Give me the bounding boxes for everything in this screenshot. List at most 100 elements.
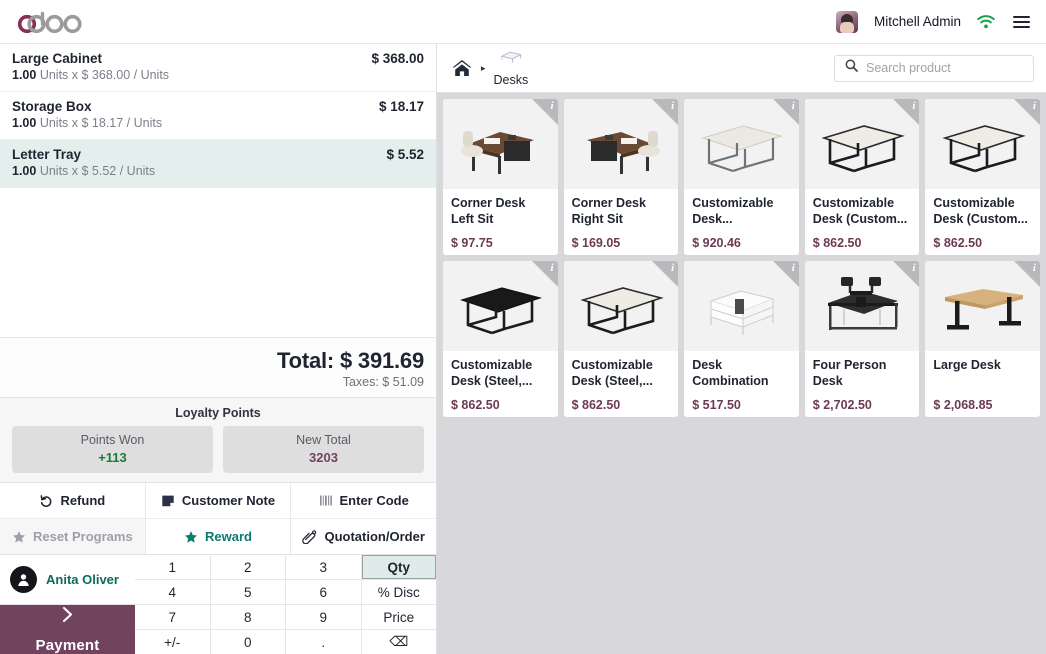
numpad-key-disc[interactable]: % Disc [361, 580, 436, 604]
numpad-key-decimal[interactable]: . [286, 630, 361, 654]
orderline-name: Letter Tray [12, 147, 82, 162]
chevron-right-icon [59, 605, 76, 629]
reward-button[interactable]: Reward [146, 519, 292, 554]
refund-undo-icon [39, 494, 53, 508]
product-info-icon[interactable]: i [1013, 99, 1040, 125]
avatar[interactable] [835, 10, 858, 33]
product-card[interactable]: i Customizable Desk (Steel,... $ 862.50 [563, 261, 679, 417]
action-row-secondary: Reset Programs Reward Quotation/Order [0, 518, 436, 554]
orderline-selected[interactable]: Letter Tray $ 5.52 1.00 Units x $ 5.52 /… [0, 140, 436, 188]
odoo-logo[interactable] [16, 0, 88, 44]
breadcrumb-category-desks[interactable]: Desks [493, 50, 529, 87]
product-name: Desk Combination [692, 358, 769, 388]
customer-name: Anita Oliver [46, 572, 119, 587]
product-card[interactable]: i Customizable Desk (Custom... $ 862.50 [925, 99, 1040, 255]
numpad-key-1[interactable]: 1 [135, 555, 210, 579]
product-name: Corner Desk Left Sit [451, 196, 526, 226]
payment-label: Payment [35, 637, 100, 654]
product-info-icon[interactable]: i [772, 99, 799, 125]
wifi-icon [977, 14, 995, 29]
orderline-detail: 1.00 Units x $ 5.52 / Units [12, 164, 424, 178]
product-price: $ 920.46 [692, 236, 741, 250]
hamburger-menu-icon[interactable] [1011, 14, 1032, 30]
numpad-key-backspace[interactable]: ⌫ [361, 630, 436, 654]
product-name: Customizable Desk (Steel,... [451, 358, 533, 388]
numpad-key-qty[interactable]: Qty [361, 555, 436, 579]
product-info: Customizable Desk (Steel,... $ 862.50 [443, 351, 558, 417]
orderline-name: Storage Box [12, 99, 92, 114]
product-info-icon[interactable]: i [652, 261, 679, 287]
product-info-icon[interactable]: i [652, 99, 679, 125]
breadcrumb: ▸ Desks [451, 50, 528, 87]
customer-button[interactable]: Anita Oliver [0, 555, 135, 605]
orderline-unitprice: Units x $ 18.17 / Units [39, 116, 163, 130]
product-pane: ▸ Desks Search product i Corner Desk Lef… [437, 44, 1046, 654]
product-price: $ 169.05 [571, 236, 621, 250]
loyalty-label: Points Won [80, 433, 145, 447]
orderline-detail: 1.00 Units x $ 368.00 / Units [12, 68, 424, 82]
product-info-icon[interactable]: i [531, 261, 558, 287]
product-card[interactable]: i Desk Combination $ 517.50 [684, 261, 799, 417]
product-name: Corner Desk Right Sit [571, 196, 646, 226]
reset-programs-button[interactable]: Reset Programs [0, 519, 146, 554]
loyalty-value: 3203 [309, 450, 338, 465]
product-price: $ 862.50 [571, 398, 621, 412]
numpad-key-2[interactable]: 2 [210, 555, 285, 579]
loyalty-value: +113 [98, 450, 127, 465]
search-placeholder: Search product [866, 61, 951, 75]
numpad-key-plusminus[interactable]: +/- [135, 630, 210, 654]
enter-code-button[interactable]: Enter Code [291, 483, 436, 518]
product-info-icon[interactable]: i [531, 99, 558, 125]
numpad-key-3[interactable]: 3 [286, 555, 361, 579]
numpad-key-6[interactable]: 6 [286, 580, 361, 604]
orderline-price: $ 368.00 [371, 51, 424, 66]
orderline[interactable]: Storage Box $ 18.17 1.00 Units x $ 18.17… [0, 92, 436, 140]
payment-button[interactable]: Payment [0, 605, 135, 654]
product-info-icon[interactable]: i [1013, 261, 1040, 287]
star-icon [184, 530, 198, 544]
orderline-qty: 1.00 [12, 164, 37, 178]
orderline-price: $ 18.17 [378, 99, 424, 114]
product-card[interactable]: i Customizable Desk (Steel,... $ 862.50 [443, 261, 558, 417]
home-icon[interactable] [451, 58, 473, 78]
quotation-order-button[interactable]: Quotation/Order [291, 519, 436, 554]
pos-app: Mitchell Admin Large Cabinet $ 368.00 1.… [0, 0, 1046, 654]
product-name: Customizable Desk (Custom... [933, 196, 1028, 226]
product-card[interactable]: i Corner Desk Left Sit $ 97.75 [443, 99, 558, 255]
product-name: Customizable Desk (Custom... [812, 196, 908, 226]
product-card[interactable]: i Customizable Desk... $ 920.46 [684, 99, 799, 255]
product-info: Corner Desk Right Sit $ 169.05 [564, 189, 679, 255]
numpad-key-7[interactable]: 7 [135, 605, 210, 629]
product-info: Corner Desk Left Sit $ 97.75 [443, 189, 558, 255]
orderline[interactable]: Large Cabinet $ 368.00 1.00 Units x $ 36… [0, 44, 436, 92]
search-input[interactable]: Search product [834, 54, 1034, 82]
action-row-primary: Refund Customer Note Enter Code [0, 482, 436, 518]
product-price: $ 97.75 [451, 236, 493, 250]
body-split: Large Cabinet $ 368.00 1.00 Units x $ 36… [0, 44, 1046, 654]
product-info: Desk Combination $ 517.50 [684, 351, 799, 417]
product-price: $ 2,702.50 [812, 398, 872, 412]
orderline-name: Large Cabinet [12, 51, 103, 66]
product-info-icon[interactable]: i [772, 261, 799, 287]
numpad-key-0[interactable]: 0 [210, 630, 285, 654]
numpad-key-9[interactable]: 9 [286, 605, 361, 629]
product-card[interactable]: i Customizable Desk (Custom... $ 862.50 [804, 99, 920, 255]
numpad-key-4[interactable]: 4 [135, 580, 210, 604]
product-name: Large Desk [933, 358, 1001, 372]
product-card[interactable]: i Four Person Desk $ 2,702.50 [804, 261, 920, 417]
refund-button[interactable]: Refund [0, 483, 146, 518]
note-icon [161, 494, 175, 508]
breadcrumb-category-label: Desks [493, 72, 529, 87]
product-card[interactable]: i Large Desk $ 2,068.85 [925, 261, 1040, 417]
product-name: Customizable Desk... [692, 196, 774, 226]
order-total: Total: $ 391.69 [277, 348, 424, 373]
product-info-icon[interactable]: i [893, 261, 920, 287]
user-name[interactable]: Mitchell Admin [874, 14, 961, 29]
customer-note-button[interactable]: Customer Note [146, 483, 292, 518]
numpad-key-8[interactable]: 8 [210, 605, 285, 629]
numpad-key-price[interactable]: Price [361, 605, 436, 629]
star-icon [12, 530, 26, 544]
product-info-icon[interactable]: i [893, 99, 920, 125]
product-card[interactable]: i Corner Desk Right Sit $ 169.05 [563, 99, 679, 255]
numpad-key-5[interactable]: 5 [210, 580, 285, 604]
